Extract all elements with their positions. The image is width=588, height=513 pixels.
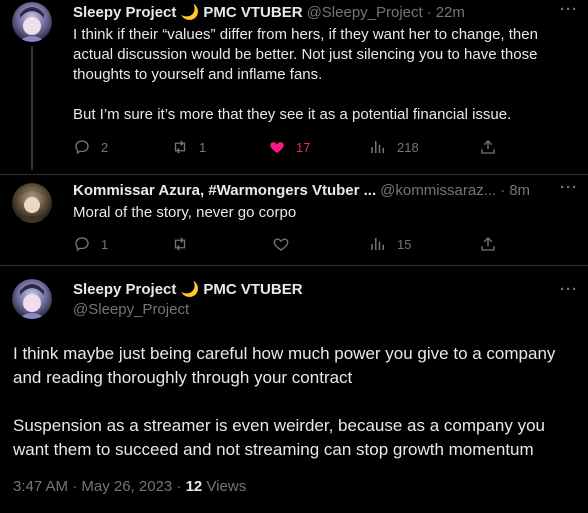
views-label: Views	[202, 478, 247, 495]
like-icon	[273, 238, 289, 251]
share-icon	[481, 237, 495, 251]
handle[interactable]: @Sleepy_Project	[307, 3, 423, 23]
reply-icon	[75, 140, 89, 155]
tweet-handle-row: @Sleepy_Project	[73, 300, 189, 320]
repost-icon	[174, 140, 186, 154]
avatar[interactable]	[12, 2, 52, 42]
display-name[interactable]: Sleepy Project 🌙 PMC VTUBER	[73, 3, 303, 23]
tweet-paragraph: I think if their “values” differ from he…	[73, 26, 538, 83]
views-count: 12	[185, 478, 203, 495]
more-icon[interactable]: ···	[560, 281, 578, 298]
repost-button[interactable]: 1	[171, 138, 206, 156]
tweet-header: Sleepy Project 🌙 PMC VTUBER	[73, 280, 303, 300]
avatar[interactable]	[12, 279, 52, 319]
repost-count: 1	[199, 139, 207, 155]
more-icon[interactable]: ···	[560, 1, 578, 18]
reply-count: 2	[101, 139, 109, 155]
share-icon	[481, 140, 495, 154]
timestamp[interactable]: 8m	[509, 181, 530, 201]
handle[interactable]: @Sleepy_Project	[73, 300, 189, 320]
tweet-paragraph: I think maybe just being careful how muc…	[13, 344, 556, 387]
views-button[interactable]: 218	[369, 138, 419, 156]
like-icon	[270, 142, 284, 153]
avatar[interactable]	[12, 183, 52, 223]
divider	[0, 174, 588, 175]
repost-button[interactable]	[171, 235, 189, 253]
repost-icon	[174, 237, 186, 251]
display-name[interactable]: Sleepy Project 🌙 PMC VTUBER	[73, 280, 303, 300]
handle[interactable]: @kommissaraz...	[380, 181, 496, 201]
tweet-paragraph: But I’m sure it’s more that they see it …	[73, 106, 512, 123]
reply-icon	[75, 237, 89, 252]
divider	[0, 265, 588, 266]
tweet-actions: 1 15	[0, 234, 588, 254]
views-button[interactable]: 15	[369, 235, 411, 253]
share-button[interactable]	[479, 138, 497, 156]
views-count: 218	[397, 139, 419, 155]
more-icon[interactable]: ···	[560, 179, 578, 196]
reply-button[interactable]: 1	[73, 235, 108, 253]
tweet-paragraph: Suspension as a streamer is even weirder…	[13, 416, 546, 459]
views-count: 15	[397, 236, 412, 252]
separator-dot: ·	[426, 4, 432, 21]
tweet-header: Kommissar Azura, #Warmongers Vtuber ... …	[73, 181, 530, 201]
post-timestamp[interactable]: 3:47 AM · May 26, 2023 ·	[13, 478, 186, 495]
tweet-text: Moral of the story, never go corpo	[73, 204, 297, 221]
tweet-meta: 3:47 AM · May 26, 2023 · 12 Views	[13, 478, 246, 495]
like-button[interactable]: 17	[268, 138, 310, 156]
display-name[interactable]: Kommissar Azura, #Warmongers Vtuber ...	[73, 181, 376, 201]
views-icon	[371, 238, 384, 250]
tweet-text: I think maybe just being careful how muc…	[13, 342, 578, 462]
separator-dot: ·	[500, 182, 506, 199]
like-count: 17	[296, 139, 311, 155]
tweet-header: Sleepy Project 🌙 PMC VTUBER @Sleepy_Proj…	[73, 3, 465, 23]
share-button[interactable]	[479, 235, 497, 253]
timestamp[interactable]: 22m	[436, 3, 465, 23]
tweet-text: I think if their “values” differ from he…	[73, 25, 573, 125]
reply-count: 1	[101, 236, 109, 252]
reply-button[interactable]: 2	[73, 138, 108, 156]
views-icon	[371, 141, 384, 153]
like-button[interactable]	[272, 235, 290, 253]
tweet-actions: 2 1 17 218	[0, 137, 588, 157]
